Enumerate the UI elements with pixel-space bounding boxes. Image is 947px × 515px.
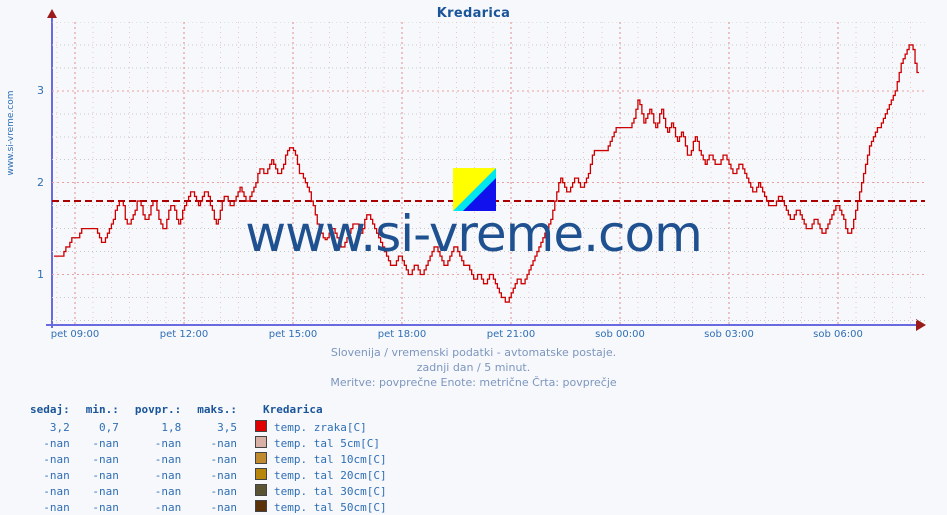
legend-header-maks: maks.: bbox=[197, 403, 237, 416]
legend-cell-povpr: -nan bbox=[154, 452, 182, 466]
legend-cell-povpr: -nan bbox=[154, 500, 182, 514]
legend-series-name: temp. tal 50cm[C] bbox=[245, 499, 395, 515]
legend-cell-sedaj: -nan bbox=[43, 452, 70, 466]
x-tick-label: pet 15:00 bbox=[268, 329, 318, 340]
legend-series-name: temp. tal 30cm[C] bbox=[245, 483, 395, 499]
legend-row: -nan -nan -nan -nan temp. tal 30cm[C] bbox=[22, 483, 395, 499]
y-tick-label: 3 bbox=[37, 83, 44, 97]
legend-header-povpr: povpr.: bbox=[134, 403, 182, 416]
legend-cell-sedaj: -nan bbox=[43, 436, 70, 450]
subtitle-line-3: Meritve: povprečne Enote: metrične Črta:… bbox=[330, 376, 617, 389]
legend-cell-maks: -nan bbox=[210, 500, 237, 514]
x-tick-label: pet 18:00 bbox=[377, 329, 427, 340]
legend-row: 3,2 0,7 1,8 3,5 temp. zraka[C] bbox=[22, 419, 395, 435]
legend-cell-min: -nan bbox=[92, 436, 119, 450]
x-tick-label: sob 00:00 bbox=[595, 329, 645, 340]
x-tick-label: pet 21:00 bbox=[486, 329, 536, 340]
page-title: Kredarica bbox=[436, 6, 511, 21]
legend-cell-min: -nan bbox=[92, 500, 119, 514]
legend-cell-povpr: -nan bbox=[154, 436, 182, 450]
legend-cell-povpr: 1,8 bbox=[161, 420, 182, 434]
side-watermark: www.si-vreme.com bbox=[6, 90, 16, 176]
legend-color-swatch bbox=[254, 436, 267, 448]
legend-series-name: temp. tal 5cm[C] bbox=[245, 435, 395, 451]
legend-label: temp. tal 30cm[C] bbox=[273, 485, 387, 498]
legend-color-swatch bbox=[254, 420, 267, 432]
legend-label: temp. zraka[C] bbox=[273, 421, 367, 434]
legend-color-swatch bbox=[254, 468, 267, 480]
legend-cell-maks: 3,5 bbox=[217, 420, 237, 434]
legend-cell-sedaj: -nan bbox=[43, 468, 70, 482]
legend-color-swatch bbox=[254, 500, 267, 512]
legend-cell-povpr: -nan bbox=[154, 484, 182, 498]
legend-label: temp. tal 5cm[C] bbox=[273, 437, 380, 450]
legend-header-station: Kredarica bbox=[262, 403, 323, 416]
x-tick-label: sob 06:00 bbox=[813, 329, 863, 340]
x-tick-label: pet 09:00 bbox=[50, 329, 100, 340]
legend-cell-maks: -nan bbox=[210, 484, 237, 498]
legend-cell-min: -nan bbox=[92, 452, 119, 466]
legend-row: -nan -nan -nan -nan temp. tal 10cm[C] bbox=[22, 451, 395, 467]
legend-color-swatch bbox=[254, 484, 267, 496]
legend-cell-min: -nan bbox=[92, 484, 119, 498]
legend-row: -nan -nan -nan -nan temp. tal 50cm[C] bbox=[22, 499, 395, 515]
legend-cell-maks: -nan bbox=[210, 436, 237, 450]
subtitle-line-2: zadnji dan / 5 minut. bbox=[416, 361, 531, 374]
x-tick-label: pet 12:00 bbox=[159, 329, 209, 340]
legend-label: temp. tal 20cm[C] bbox=[273, 469, 387, 482]
legend-series-name: temp. zraka[C] bbox=[245, 419, 395, 435]
legend-header-sedaj: sedaj: bbox=[30, 403, 70, 416]
x-tick-label: sob 03:00 bbox=[704, 329, 754, 340]
legend-header-min: min.: bbox=[85, 403, 119, 416]
legend-cell-min: -nan bbox=[92, 468, 119, 482]
legend-cell-sedaj: 3,2 bbox=[49, 420, 70, 434]
chart-page: Kredarica www.si-vreme.com 1 2 3 pet 09:00… bbox=[0, 0, 947, 514]
legend-series-name: temp. tal 20cm[C] bbox=[245, 467, 395, 483]
legend-cell-maks: -nan bbox=[210, 452, 237, 466]
legend-cell-sedaj: -nan bbox=[43, 484, 70, 498]
legend-row: -nan -nan -nan -nan temp. tal 5cm[C] bbox=[22, 435, 395, 451]
y-tick-label: 1 bbox=[37, 267, 44, 281]
legend-cell-povpr: -nan bbox=[154, 468, 182, 482]
y-axis-arrow-icon bbox=[47, 9, 57, 18]
y-tick-label: 2 bbox=[37, 175, 44, 189]
main-watermark: www.si-vreme.com bbox=[245, 205, 703, 263]
legend-label: temp. tal 10cm[C] bbox=[273, 453, 387, 466]
legend-row: -nan -nan -nan -nan temp. tal 20cm[C] bbox=[22, 467, 395, 483]
legend-cell-min: 0,7 bbox=[99, 420, 119, 434]
legend-cell-maks: -nan bbox=[210, 468, 237, 482]
legend-header-row: sedaj: min.: povpr.: maks.: Kredarica bbox=[22, 403, 395, 419]
legend-series-name: temp. tal 10cm[C] bbox=[245, 451, 395, 467]
legend-cell-sedaj: -nan bbox=[43, 500, 70, 514]
legend-color-swatch bbox=[254, 452, 267, 464]
legend-table: sedaj: min.: povpr.: maks.: Kredarica 3,… bbox=[22, 403, 395, 515]
subtitle-line-1: Slovenija / vremenski podatki - avtomats… bbox=[330, 346, 617, 359]
